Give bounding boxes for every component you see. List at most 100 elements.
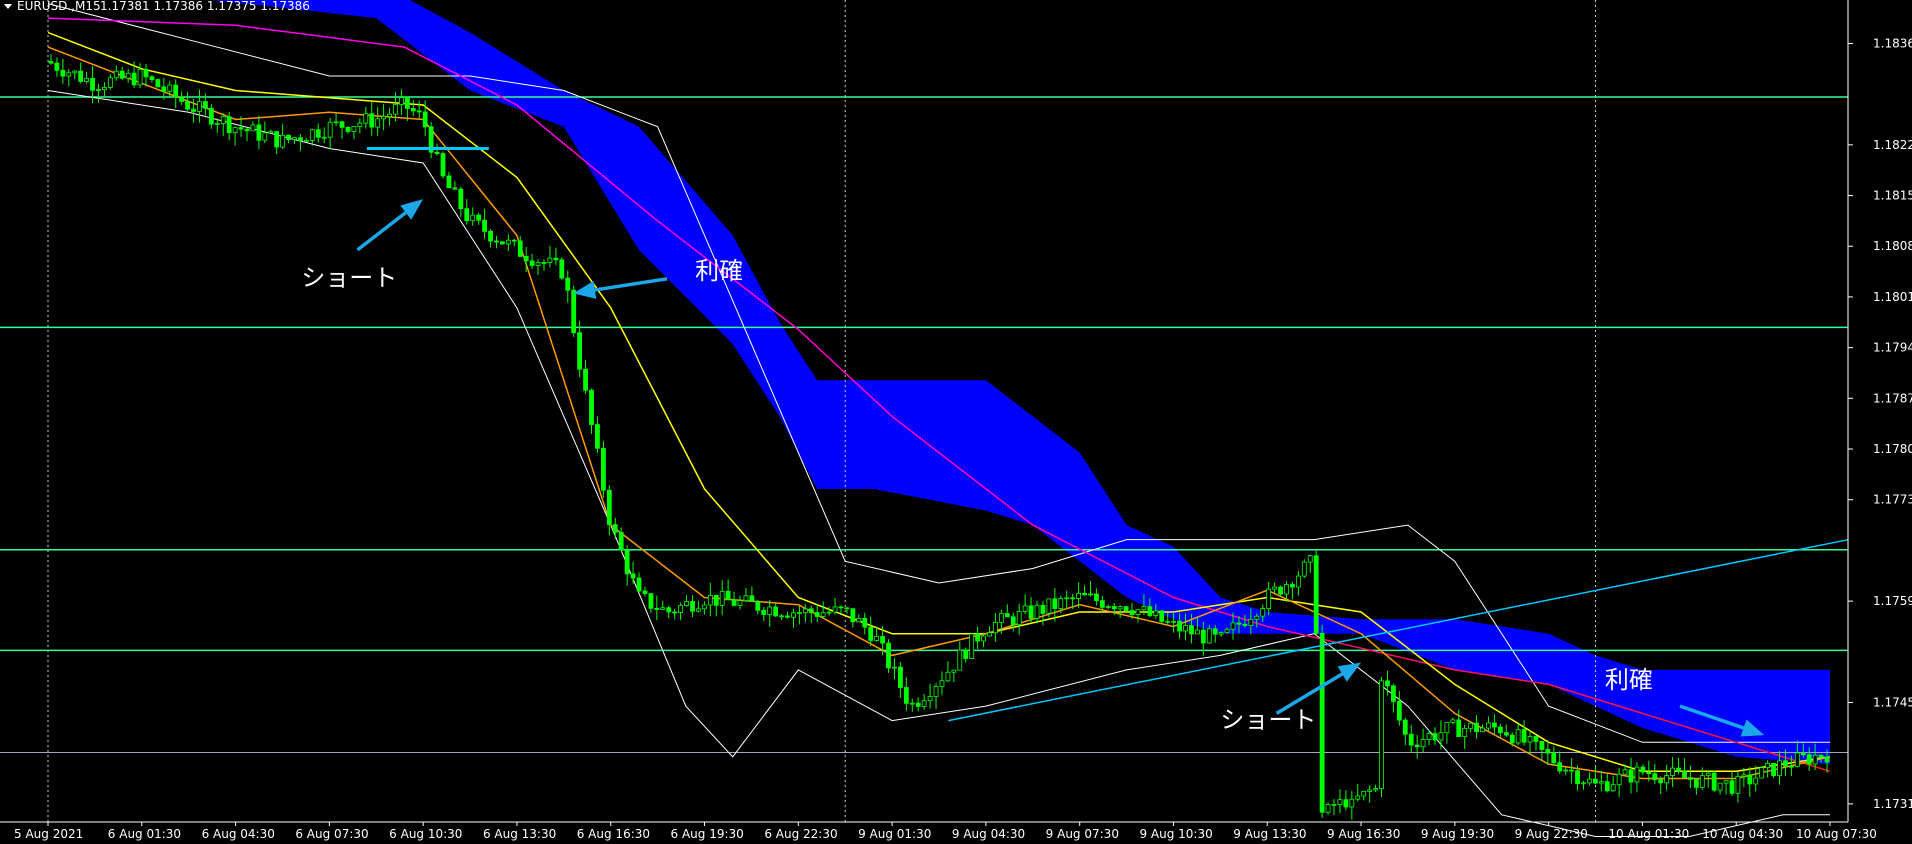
time-axis: 5 Aug 2021 6 Aug 01:30 6 Aug 04:30 6 Aug 07… <box>0 821 1877 841</box>
candle-body <box>208 107 214 125</box>
candle-body <box>1509 734 1515 744</box>
candle-body <box>1432 733 1438 741</box>
candle-body <box>446 175 452 189</box>
candle-body <box>1135 609 1141 616</box>
candle-body <box>1141 606 1147 611</box>
drawn-lines[interactable] <box>366 146 1849 722</box>
candle-body <box>131 72 137 86</box>
price-chart[interactable]: 1.182911.179731.176661.175271.17386 ショート… <box>0 0 1912 844</box>
candle-body <box>220 116 226 124</box>
x-tick-label: 10 Aug 04:30 <box>1702 827 1783 841</box>
price-axis: 1.18365 1.18225 1.18155 1.18085 1.18015 1.179… <box>1847 0 1912 844</box>
candle-body <box>262 132 268 141</box>
candle-body <box>963 649 969 659</box>
candle-body <box>416 110 422 113</box>
candle-body <box>1545 749 1551 754</box>
candle-body <box>832 606 838 613</box>
y-tick-label: 1.17735 <box>1873 493 1912 507</box>
candle-body <box>600 447 606 491</box>
candle-body <box>785 615 790 618</box>
candle-body <box>309 129 315 141</box>
candle-body <box>535 262 541 266</box>
candle-body <box>808 608 814 614</box>
candle-body <box>1260 608 1266 617</box>
candle-body <box>511 239 517 242</box>
candle-body <box>393 103 398 115</box>
candle-body <box>404 97 410 109</box>
candle-body <box>327 121 333 138</box>
candle-body <box>351 126 357 132</box>
x-tick-label: 6 Aug 07:30 <box>295 827 368 841</box>
candle-body <box>1634 766 1640 783</box>
candle-body <box>1010 616 1016 626</box>
candle-body <box>1177 620 1182 632</box>
candle-body <box>672 611 678 614</box>
candle-body <box>1272 586 1278 590</box>
candle-body <box>399 97 404 105</box>
annotation-arrow-shaft <box>356 211 407 252</box>
x-tick-label: 10 Aug 01:30 <box>1608 827 1689 841</box>
candle-body <box>107 77 113 88</box>
candle-body <box>553 257 559 261</box>
candle-body <box>1587 778 1592 784</box>
candle-body <box>1242 623 1248 626</box>
candle-body <box>820 612 826 617</box>
candle-body <box>1699 775 1705 788</box>
candle-body <box>125 72 131 79</box>
x-tick-label: 9 Aug 10:30 <box>1139 827 1212 841</box>
candle-body <box>286 134 291 140</box>
chart-title: EURUSD.,M15 1.17381 1.17386 1.17375 1.17… <box>4 0 310 13</box>
candle-body <box>1622 769 1628 775</box>
candle-body <box>1248 618 1254 626</box>
candle-body <box>1497 726 1503 734</box>
y-tick-label: 1.18365 <box>1873 36 1912 50</box>
candle-body <box>755 601 761 611</box>
candle-body <box>500 241 505 245</box>
annotation-arrow-head <box>1337 662 1362 682</box>
candle-body <box>244 128 250 132</box>
candle-body <box>1652 773 1658 781</box>
candle-body <box>1503 732 1509 736</box>
candle-body <box>1658 779 1664 784</box>
candle-body <box>1236 622 1242 625</box>
candle-body <box>939 680 945 687</box>
candle-body <box>743 595 749 602</box>
candle-body <box>921 700 927 707</box>
candle-body <box>1581 782 1586 785</box>
candle-body <box>292 137 297 140</box>
y-tick-label: 1.18015 <box>1873 290 1912 304</box>
menu-triangle-icon[interactable] <box>4 4 12 9</box>
candle-body <box>226 116 232 134</box>
candle-body <box>1349 798 1355 808</box>
candle-body <box>363 113 369 124</box>
candle-body <box>1598 781 1604 784</box>
candle-body <box>1723 780 1729 784</box>
candle-body <box>1123 606 1129 611</box>
candle-body <box>440 153 446 177</box>
candle-body <box>339 121 345 128</box>
candle-body <box>1682 770 1687 779</box>
y-tick-label: 1.17875 <box>1873 391 1912 405</box>
candle-body <box>149 76 155 80</box>
candle-body <box>84 77 90 82</box>
candle-body <box>161 86 167 92</box>
candle-body <box>1616 773 1622 786</box>
y-tick-label: 1.18225 <box>1873 138 1912 152</box>
candle-body <box>1034 604 1040 619</box>
candle-body <box>541 262 547 264</box>
candle-body <box>1361 790 1367 797</box>
candle-body <box>1426 733 1432 740</box>
candle-body <box>494 240 499 243</box>
candle-body <box>1693 779 1699 788</box>
candle-body <box>143 68 149 78</box>
annotation-label: 利確 <box>1605 666 1653 694</box>
candle-body <box>636 577 642 592</box>
candle-body <box>452 187 458 190</box>
candle-body <box>482 219 487 232</box>
candle-body <box>78 70 84 82</box>
candle-body <box>1200 629 1206 644</box>
candle-body <box>725 590 731 601</box>
candle-body <box>155 79 161 88</box>
candle-body <box>707 594 713 606</box>
candle-body <box>1456 719 1462 738</box>
